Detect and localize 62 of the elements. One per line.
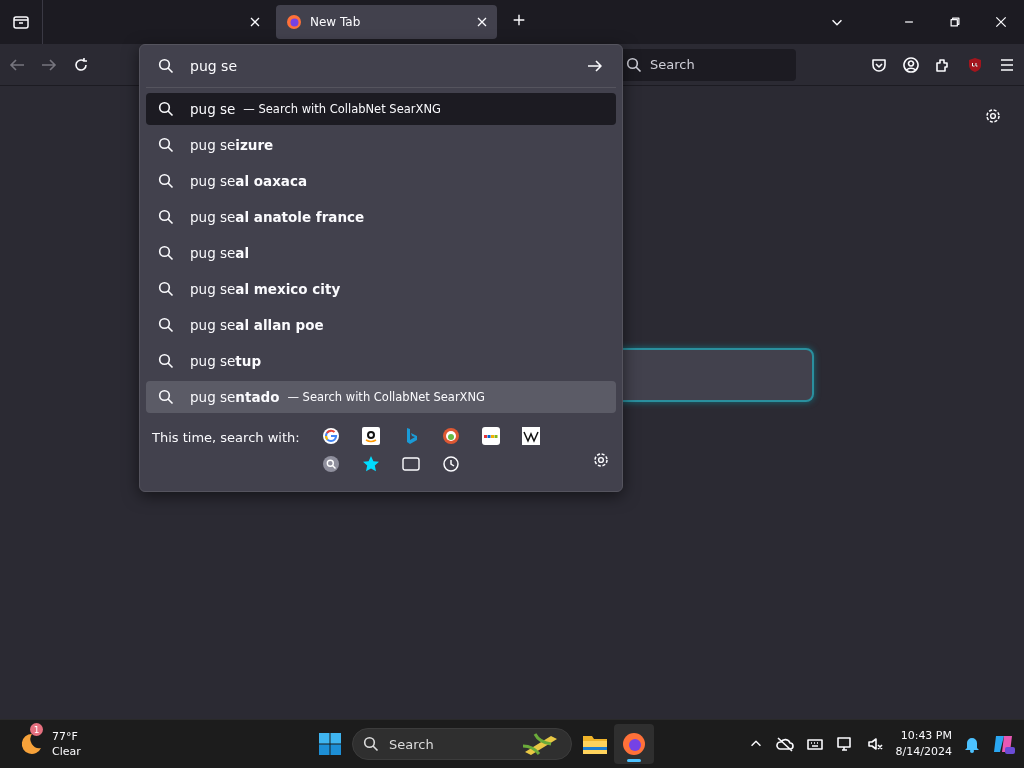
suggestion-text: pug seal oaxaca (190, 173, 308, 189)
notification-badge: 1 (30, 723, 43, 736)
shield-icon[interactable] (966, 55, 984, 74)
close-icon[interactable] (477, 17, 487, 27)
search-icon (158, 137, 174, 153)
windows-start-icon[interactable] (318, 732, 342, 756)
suggestion-text: pug seizure (190, 137, 274, 153)
search-icon (626, 56, 642, 73)
browser-tab[interactable]: New Tab (276, 5, 497, 39)
url-field[interactable]: pug se (190, 58, 570, 74)
suggestion-item[interactable]: pug seal allan poe (146, 309, 616, 341)
suggestion-item[interactable]: pug sentado — Search with CollabNet SearXNG (146, 381, 616, 413)
close-window-icon[interactable] (994, 15, 1008, 29)
star-icon[interactable] (361, 455, 380, 473)
suggestion-item[interactable]: pug seal mexico city (146, 273, 616, 305)
action-text: — Search with CollabNet SearXNG (243, 102, 441, 116)
monitor-icon[interactable] (835, 735, 854, 753)
weather-condition: Clear (52, 744, 81, 759)
suggestion-text: pug seal anatole france (190, 209, 365, 225)
search-icon (158, 101, 174, 117)
folder-icon[interactable] (582, 733, 608, 755)
suggestion-item[interactable]: pug seal anatole france (146, 201, 616, 233)
settings-icon[interactable] (592, 451, 610, 469)
one-off-label: This time, search with: (152, 429, 300, 447)
suggestion-item[interactable]: pug setup (146, 345, 616, 377)
new-tab-icon[interactable] (511, 12, 527, 28)
search-icon (158, 58, 174, 74)
search-icon (158, 245, 174, 261)
suggestion-item[interactable]: pug seal oaxaca (146, 165, 616, 197)
suggestion-item[interactable]: pug se — Search with CollabNet SearXNG (146, 93, 616, 125)
search-icon (158, 353, 174, 369)
suggestion-text: pug seal mexico city (190, 281, 341, 297)
temperature: 77°F (52, 729, 79, 744)
clock-time[interactable]: 10:43 PM (900, 728, 952, 744)
tab-icon[interactable] (401, 457, 420, 471)
search-icon (158, 317, 174, 333)
restore-icon[interactable] (948, 15, 962, 29)
cloud-off-icon[interactable] (775, 735, 794, 753)
taskbar-search[interactable]: Search (352, 728, 572, 760)
search-icon (158, 389, 174, 405)
search-icon (158, 281, 174, 297)
suggestion-item[interactable]: pug seizure (146, 129, 616, 161)
search-icon (158, 173, 174, 189)
suggestion-text: pug seal (190, 245, 250, 261)
reload-icon[interactable] (72, 55, 90, 74)
close-icon[interactable] (250, 17, 260, 27)
tab-list-icon[interactable] (12, 14, 30, 30)
search-icon (158, 209, 174, 225)
suggestion-text: pug setup (190, 353, 262, 369)
suggestion-item[interactable]: pug seal (146, 237, 616, 269)
speaker-muted-icon[interactable] (865, 735, 884, 753)
action-text: — Search with CollabNet SearXNG (287, 390, 485, 404)
search-icon[interactable] (321, 455, 340, 473)
clock-date[interactable]: 8/14/2024 (895, 744, 952, 760)
suggestion-text: pug sentado (190, 389, 280, 405)
account-icon[interactable] (902, 55, 920, 74)
search-icon (363, 736, 379, 752)
clock-icon[interactable] (441, 455, 460, 473)
settings-icon[interactable] (984, 107, 1002, 125)
bell-icon[interactable] (964, 735, 980, 753)
suggestion-text: pug se (190, 101, 236, 117)
suggestion-text: pug seal allan poe (190, 317, 324, 333)
